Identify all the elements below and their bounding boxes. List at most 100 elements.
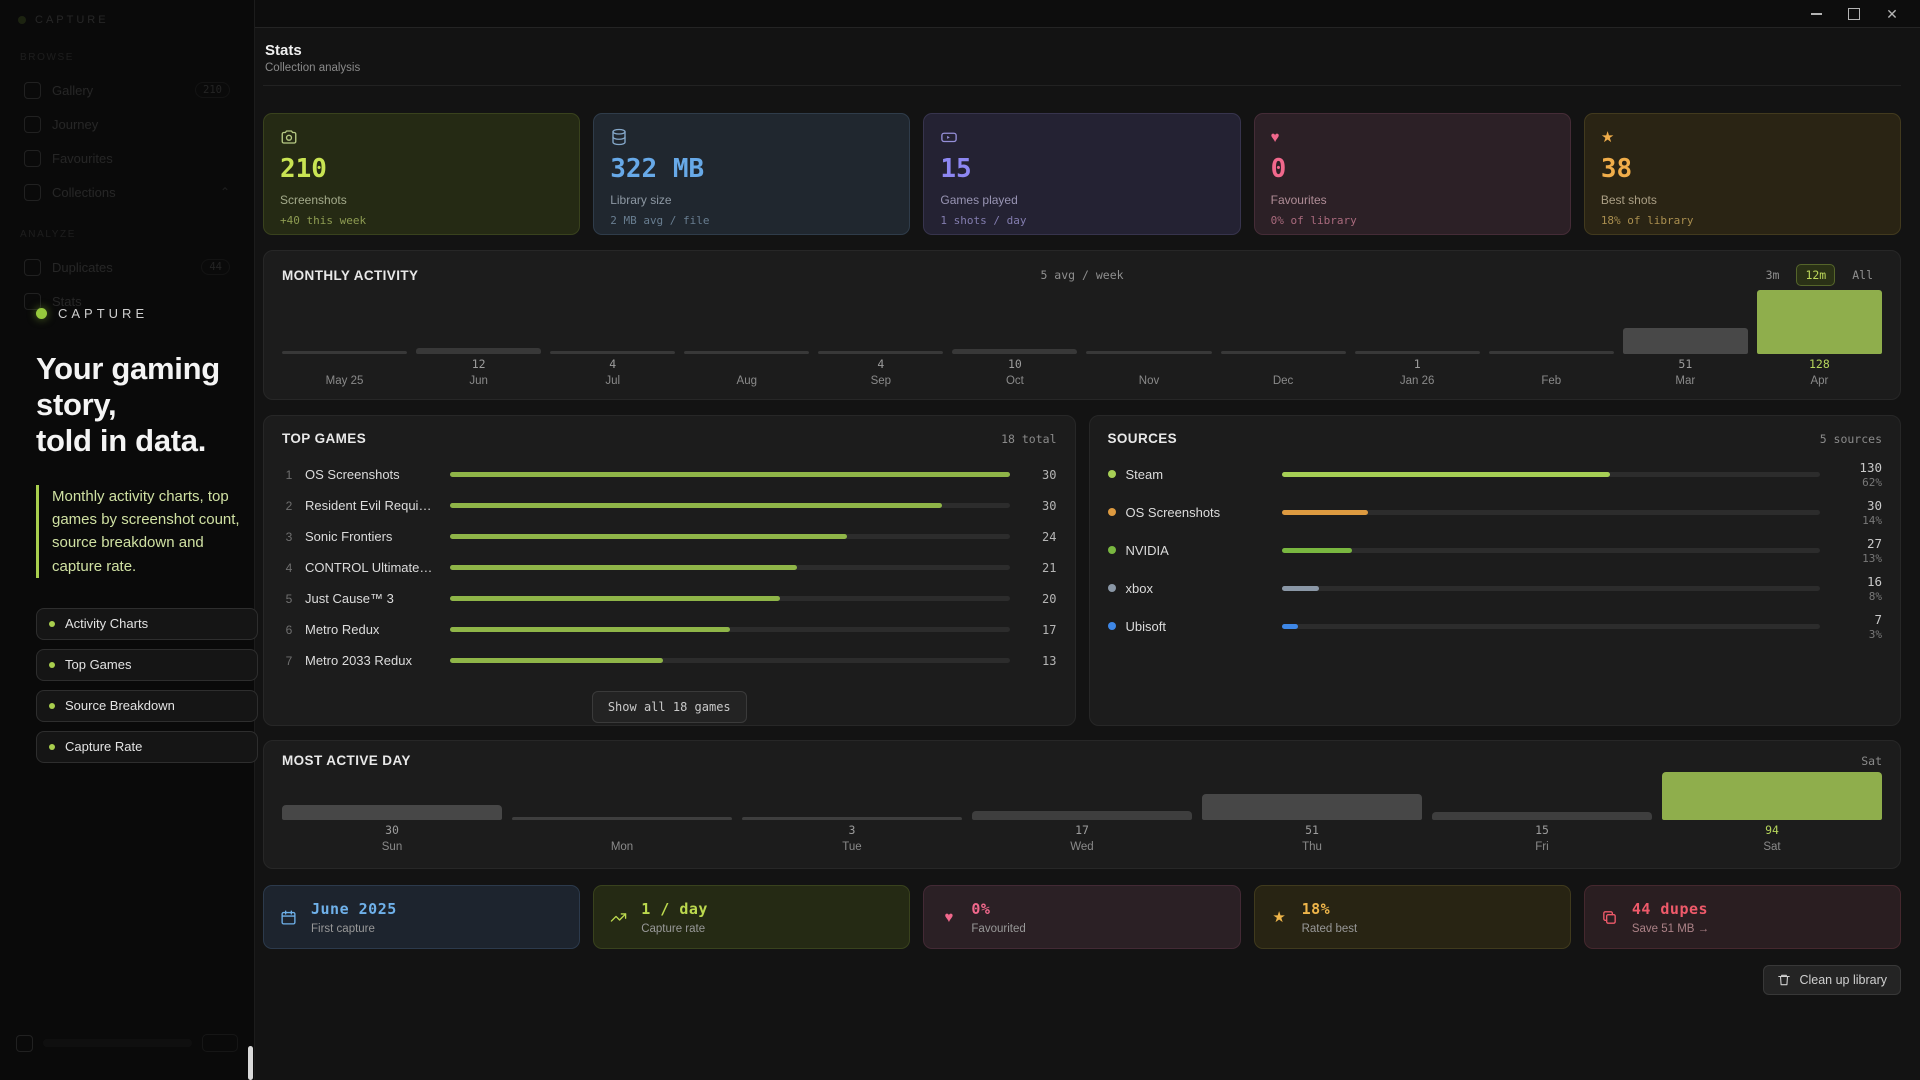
top-games-total: 18 total	[1001, 432, 1056, 446]
bar-wrap	[684, 290, 809, 354]
journey-icon	[24, 116, 41, 133]
stat-card-favourites: ♥ 0 Favourites 0% of library	[1254, 113, 1571, 235]
chart-bar	[1221, 351, 1346, 354]
sidebar-item-favourites[interactable]: Favourites	[16, 141, 238, 175]
bar-value-label: 3	[742, 822, 962, 839]
bar-wrap	[282, 290, 407, 354]
sidebar-item-journey[interactable]: Journey	[16, 107, 238, 141]
source-count: 130	[1838, 460, 1882, 475]
sidebar-scrollbar-thumb[interactable]	[248, 1046, 253, 1080]
bar-value-label	[684, 356, 809, 373]
source-bar-fill	[1282, 624, 1298, 629]
source-name: Steam	[1126, 467, 1264, 482]
most-active-day-top-label: Sat	[1861, 754, 1882, 768]
trash-icon	[1777, 973, 1791, 987]
game-rank: 6	[282, 623, 296, 637]
source-count: 16	[1838, 574, 1882, 589]
page-subtitle: Collection analysis	[265, 62, 1901, 74]
game-bar-fill	[450, 627, 730, 632]
stat-card-library-size: 322 MB Library size 2 MB avg / file	[593, 113, 910, 235]
stat-value: 0	[1271, 154, 1554, 184]
maximize-button[interactable]	[1836, 2, 1872, 25]
source-row-steam: Steam13062%	[1108, 455, 1883, 493]
game-rank: 3	[282, 530, 296, 544]
sources-header: SOURCES 5 sources	[1108, 431, 1883, 446]
overlay-description: Monthly activity charts, top games by sc…	[36, 485, 240, 578]
game-rank: 2	[282, 499, 296, 513]
chart-bar	[416, 348, 541, 354]
sidebar-item-collections[interactable]: Collections⌃	[16, 175, 238, 209]
bar-value-label	[512, 822, 732, 839]
source-bar-track	[1282, 548, 1821, 553]
bar-column-nov: Nov	[1086, 290, 1211, 389]
gamepad-icon	[940, 128, 1223, 147]
overlay-brand-label: CAPTURE	[58, 306, 148, 321]
bar-value-label	[1221, 356, 1346, 373]
chart-bar	[1355, 351, 1480, 354]
bar-column-tue: 3Tue	[742, 772, 962, 855]
show-all-games-button[interactable]: Show all 18 games	[592, 691, 747, 723]
heart-icon: ♥	[1271, 128, 1554, 147]
source-name: NVIDIA	[1126, 543, 1264, 558]
storage-bar	[43, 1039, 192, 1047]
range-option-all[interactable]: All	[1843, 264, 1882, 286]
range-option-12m[interactable]: 12m	[1796, 264, 1835, 286]
source-stats: 73%	[1838, 612, 1882, 641]
clean-up-library-label: Clean up library	[1799, 973, 1887, 987]
heart-icon: ♥	[939, 908, 958, 927]
stat-sub: 18% of library	[1601, 214, 1884, 227]
database-icon	[610, 128, 893, 147]
summary-label: First capture	[311, 923, 397, 935]
most-active-day-title: MOST ACTIVE DAY	[282, 753, 411, 768]
chart-bar	[282, 351, 407, 354]
overlay-heading: Your gaming story, told in data.	[36, 351, 240, 459]
game-bar-fill	[450, 596, 780, 601]
bar-wrap	[512, 772, 732, 820]
bar-wrap	[1355, 290, 1480, 354]
clean-up-library-button[interactable]: Clean up library	[1763, 965, 1901, 995]
bar-column-feb: Feb	[1489, 290, 1614, 389]
range-option-3m[interactable]: 3m	[1757, 264, 1789, 286]
chart-bar	[818, 351, 943, 354]
bar-value-label: 12	[416, 356, 541, 373]
avg-per-week-label: 5 avg / week	[282, 268, 1882, 282]
sidebar-item-duplicates[interactable]: Duplicates44	[16, 250, 238, 284]
camera-icon	[280, 128, 563, 147]
source-percent: 8%	[1838, 590, 1882, 603]
game-bar-track	[450, 534, 1010, 539]
stat-card-games-played: 15 Games played 1 shots / day	[923, 113, 1240, 235]
bar-category-label: Apr	[1757, 373, 1882, 389]
source-bar-track	[1282, 624, 1821, 629]
bar-category-label: Sat	[1662, 839, 1882, 855]
bar-value-label: 10	[952, 356, 1077, 373]
bullet-dot-icon	[49, 744, 55, 750]
close-button[interactable]: ✕	[1874, 2, 1910, 25]
chart-bar	[684, 351, 809, 354]
sources-total: 5 sources	[1820, 432, 1882, 446]
bar-category-label: Sep	[818, 373, 943, 389]
source-row-xbox: xbox168%	[1108, 569, 1883, 607]
stat-value: 210	[280, 154, 563, 184]
sidebar-item-gallery[interactable]: Gallery210	[16, 73, 238, 107]
summary-card-dupes: 44 dupes Save 51 MB →	[1584, 885, 1901, 949]
page-header: Stats Collection analysis	[263, 28, 1901, 86]
stat-value: 38	[1601, 154, 1884, 184]
game-bar-track	[450, 503, 1010, 508]
bullet-dot-icon	[49, 703, 55, 709]
source-dot-icon	[1108, 622, 1116, 630]
summary-card-first-capture: June 2025 First capture	[263, 885, 580, 949]
top-game-row-metro-redux: 6Metro Redux17	[282, 614, 1057, 645]
game-bar-fill	[450, 534, 847, 539]
bar-value-label	[282, 356, 407, 373]
bar-category-label: Jun	[416, 373, 541, 389]
marketing-overlay: CAPTURE Your gaming story, told in data.…	[36, 306, 240, 772]
sidebar-item-badge: 44	[201, 259, 230, 275]
bar-column-jul: 4Jul	[550, 290, 675, 389]
most-active-day-panel: MOST ACTIVE DAY Sat 30SunMon3Tue17Wed51T…	[263, 740, 1901, 869]
page-title: Stats	[265, 42, 1901, 59]
stat-sub: 1 shots / day	[940, 214, 1223, 227]
minimize-button[interactable]	[1798, 2, 1834, 25]
summary-card-rated-best: ★ 18% Rated best	[1254, 885, 1571, 949]
feature-chip-capture-rate: Capture Rate	[36, 731, 258, 763]
bar-wrap	[1757, 290, 1882, 354]
